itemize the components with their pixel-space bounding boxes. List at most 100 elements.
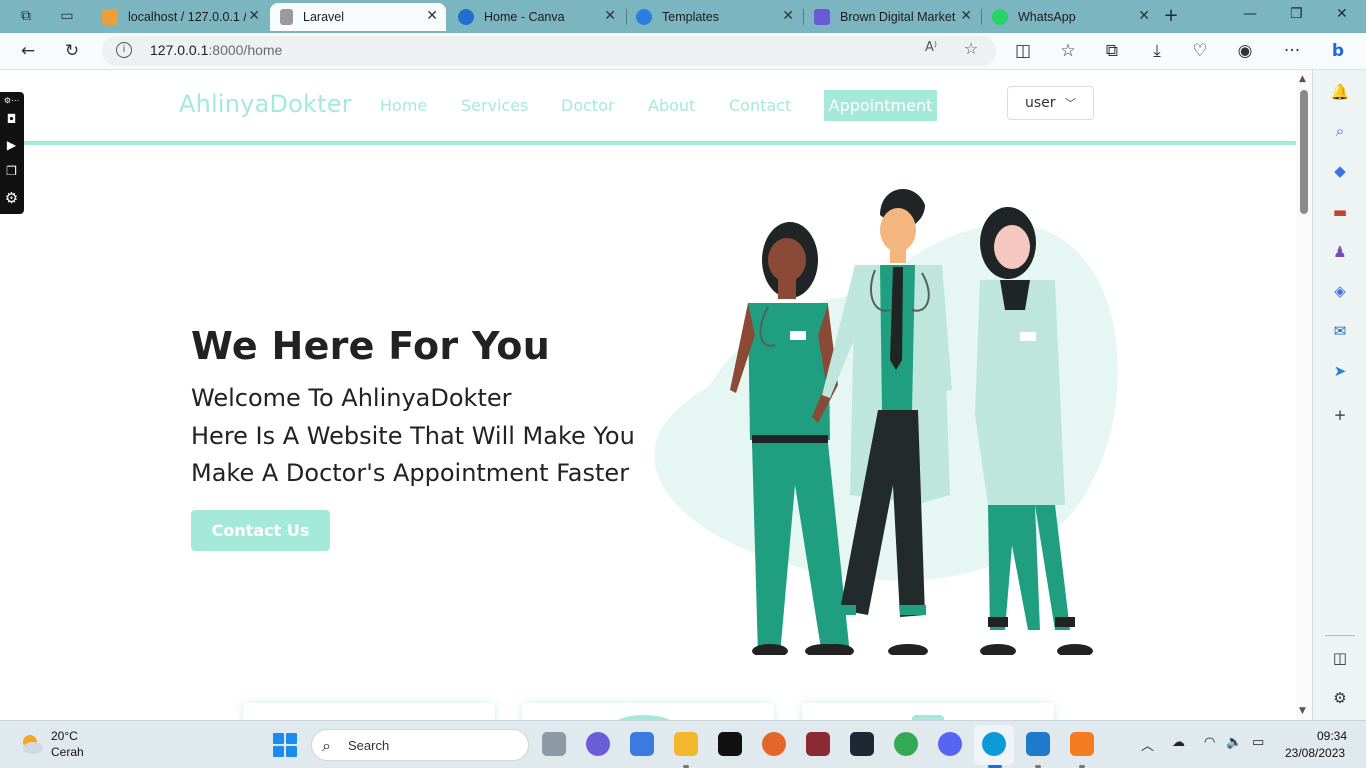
address-bar[interactable]: i 127.0.0.1:8000/home A⁾ ☆ [102,36,996,66]
tab-phpmyadmin[interactable]: localhost / 127.0.0.1 / ✕ [92,3,268,31]
tab-label: Templates [662,10,719,24]
xampp-icon[interactable] [1070,732,1094,756]
wifi-icon[interactable]: ◠ [1204,735,1215,750]
minimize-icon[interactable]: — [1243,6,1257,22]
outlook-icon[interactable]: ✉ [1329,320,1351,342]
scroll-thumb[interactable] [1300,90,1308,214]
scroll-up-icon[interactable]: ▲ [1299,74,1306,84]
vscode-icon[interactable] [1026,732,1050,756]
nav-about[interactable]: About [648,96,695,115]
split-screen-icon[interactable]: ◫ [1012,41,1034,61]
contact-us-button[interactable]: Contact Us [191,510,330,551]
camera-icon[interactable]: ◘ [3,112,20,126]
add-icon[interactable]: + [1329,404,1351,426]
clock-time[interactable]: 09:34 [1317,729,1347,743]
tab-whatsapp[interactable]: WhatsApp ✕ [982,3,1158,31]
notification-bell-icon[interactable]: 🔔 [1329,81,1351,103]
games-icon[interactable]: ♟ [1329,241,1351,263]
back-icon[interactable]: ← [17,41,39,61]
profile-icon[interactable]: ◉ [1234,41,1256,61]
settings-gear-icon[interactable]: ⚙ [3,189,20,207]
start-button[interactable] [273,733,297,757]
tiktok-icon[interactable] [718,732,742,756]
task-view-icon[interactable] [542,732,566,756]
volume-icon[interactable]: 🔈 [1226,735,1242,750]
url-path: :8000/home [208,42,283,58]
url-text[interactable]: 127.0.0.1:8000/home [150,42,282,58]
user-dropdown[interactable]: user ﹀ [1007,86,1094,120]
more-menu-icon[interactable]: ··· [1281,41,1303,61]
microsoft-store-icon[interactable] [630,732,654,756]
scroll-down-icon[interactable]: ▼ [1299,706,1306,716]
tab-label: WhatsApp [1018,10,1076,24]
weather-icon[interactable] [20,732,44,756]
settings-gear-icon[interactable]: ⚙ [1329,687,1351,709]
site-logo[interactable]: AhlinyaDokter [179,90,352,118]
tab-canva-templates[interactable]: Templates ✕ [626,3,802,31]
close-window-icon[interactable]: ✕ [1336,6,1348,22]
collections-icon[interactable]: ⧉ [1101,41,1123,61]
nav-appointment-button[interactable]: Appointment [824,90,937,121]
favorite-star-icon[interactable]: ☆ [960,39,982,58]
page-scrollbar[interactable]: ▲ ▼ [1296,70,1312,720]
service-card[interactable] [522,703,774,720]
taskbar-search[interactable]: ⌕ Search [311,729,529,761]
workspaces-icon[interactable]: ⧉ [16,6,36,26]
close-icon[interactable]: ✕ [426,8,438,24]
info-icon[interactable]: i [116,42,132,58]
close-icon[interactable]: ✕ [782,8,794,24]
hero-line-3: Make A Doctor's Appointment Faster [191,459,630,487]
edge-sidebar: 🔔 ⌕ ◆ ▬ ♟ ◈ ✉ ➤ + ◫ ⚙ [1312,70,1366,720]
service-card[interactable] [243,703,495,720]
shopping-tag-icon[interactable]: ◆ [1329,160,1351,182]
close-icon[interactable]: ✕ [1138,8,1150,24]
tab-laravel[interactable]: Laravel ✕ [270,3,446,31]
whatsapp-icon [992,9,1008,25]
tools-icon[interactable]: ▬ [1329,201,1351,223]
hide-sidebar-icon[interactable]: ◫ [1329,647,1351,669]
phpmyadmin-icon [102,9,118,25]
nav-contact[interactable]: Contact [729,96,791,115]
firefox-icon[interactable] [762,732,786,756]
clock-date[interactable]: 23/08/2023 [1285,746,1345,760]
game-app-icon[interactable] [806,732,830,756]
browser-essentials-icon[interactable]: ♡ [1189,41,1211,61]
video-icon[interactable]: ▶ [3,138,20,152]
read-aloud-icon[interactable]: A⁾ [920,40,942,55]
nav-services[interactable]: Services [461,96,528,115]
onedrive-icon[interactable]: ☁ [1172,735,1185,750]
refresh-icon[interactable]: ↻ [61,41,83,61]
microsoft-365-icon[interactable]: ◈ [1329,280,1351,302]
chrome-icon[interactable] [894,732,918,756]
file-explorer-icon[interactable] [674,732,698,756]
new-tab-icon[interactable]: + [1161,6,1181,26]
tab-label: Laravel [303,10,344,24]
close-icon[interactable]: ✕ [248,8,260,24]
send-icon[interactable]: ➤ [1329,360,1351,382]
user-dropdown-label: user [1025,95,1056,111]
restore-icon[interactable]: ❐ [1290,6,1303,22]
tab-brown-digital[interactable]: Brown Digital Market ✕ [804,3,980,31]
search-icon[interactable]: ⌕ [1329,120,1351,142]
weather-condition: Cerah [51,745,84,759]
nav-home[interactable]: Home [380,96,427,115]
close-icon[interactable]: ✕ [604,8,616,24]
favorites-icon[interactable]: ☆ [1057,41,1079,61]
chevron-down-icon: ﹀ [1065,97,1076,110]
bing-copilot-icon[interactable]: b [1327,41,1349,61]
downloads-icon[interactable]: ⤓ [1146,41,1168,61]
close-icon[interactable]: ✕ [960,8,972,24]
discord-icon[interactable] [938,732,962,756]
battery-icon[interactable]: ▭ [1252,735,1264,750]
url-host: 127.0.0.1 [150,42,209,58]
recorder-menu-icon[interactable]: ⚙⋯ [3,96,20,110]
teams-chat-icon[interactable] [586,732,610,756]
tab-actions-icon[interactable]: ▭ [57,6,77,26]
window-capture-icon[interactable]: ❐ [3,164,20,178]
tab-canva-home[interactable]: Home - Canva ✕ [448,3,624,31]
service-card[interactable] [802,703,1054,720]
edge-icon[interactable] [982,732,1006,756]
tray-overflow-icon[interactable]: ︿ [1141,735,1154,754]
nav-doctor[interactable]: Doctor [561,96,615,115]
media-app-icon[interactable] [850,732,874,756]
